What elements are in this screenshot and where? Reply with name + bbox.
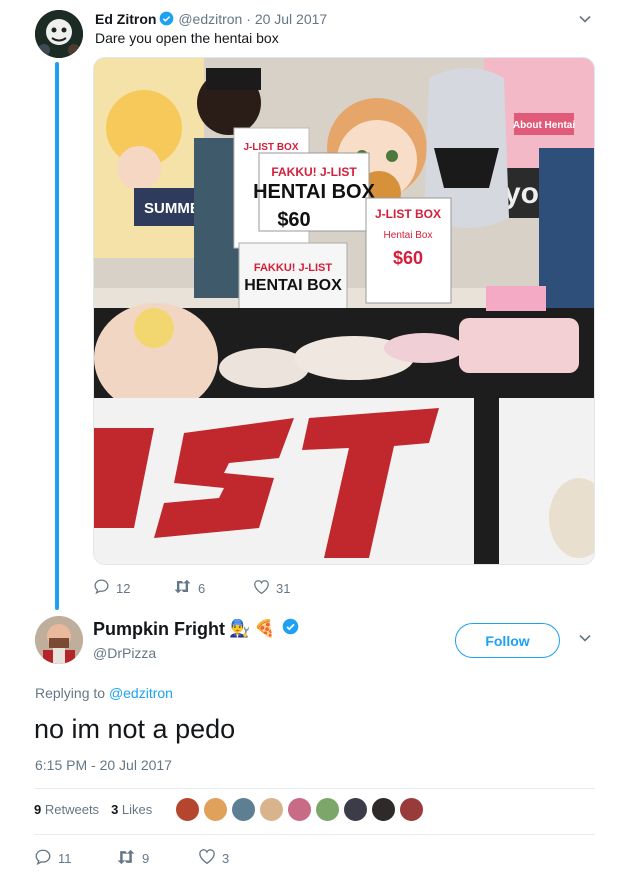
like-icon [253, 579, 270, 598]
liker-avatar[interactable] [399, 797, 424, 822]
like-button[interactable]: 3 [198, 848, 280, 868]
reply-avatar-image [35, 616, 83, 664]
retweet-count: 9 [142, 850, 150, 866]
tweet-photo[interactable]: About Hentai yo SUMME J-LIST BOX FAKKU! … [93, 57, 595, 565]
liker-avatars [175, 797, 424, 822]
reply-author-name[interactable]: Pumpkin Fright [93, 617, 225, 641]
avatar-image [35, 10, 83, 58]
liker-avatar[interactable] [343, 797, 368, 822]
retweets-stat-label: Retweets [44, 802, 100, 817]
bg-sign-pink: About Hentai [513, 120, 575, 131]
box-title: HENTAI BOX [244, 277, 342, 294]
sign-price: $60 [277, 209, 310, 231]
reply-icon [93, 578, 110, 598]
retweet-count: 6 [198, 580, 206, 596]
like-icon [198, 848, 216, 868]
replying-to: Replying to @edzitron [35, 685, 173, 701]
chevron-down-icon[interactable] [578, 631, 592, 649]
reply-icon [34, 848, 52, 869]
like-count: 31 [276, 580, 291, 596]
follow-button[interactable]: Follow [455, 623, 560, 658]
card-right-sub: Hentai Box [384, 230, 433, 241]
retweet-icon [173, 578, 192, 598]
mechanic-emoji-icon: 👨‍🔧 [229, 619, 251, 638]
replying-prefix: Replying to [35, 685, 106, 701]
reply-count: 11 [58, 850, 72, 866]
card-right-title: J-LIST BOX [375, 207, 441, 221]
liker-avatar[interactable] [175, 797, 200, 822]
like-count: 3 [222, 850, 230, 866]
reply-author-handle[interactable]: @DrPizza [93, 645, 156, 661]
box-brand: FAKKU! J-LIST [254, 262, 333, 274]
banner-text: J-LIST [244, 417, 247, 419]
reply-timestamp[interactable]: 6:15 PM - 20 Jul 2017 [35, 757, 172, 773]
like-button[interactable]: 31 [253, 578, 333, 598]
verified-icon [159, 11, 174, 30]
chevron-down-icon[interactable] [578, 12, 592, 30]
liker-avatar[interactable] [371, 797, 396, 822]
reply-text: no im not a pedo [34, 714, 236, 744]
sign-card-small: J-LIST BOX [243, 142, 298, 153]
liker-avatar[interactable] [259, 797, 284, 822]
retweet-button[interactable]: 6 [173, 578, 253, 598]
tweet-actions: 12 6 31 [93, 578, 333, 598]
reply-button[interactable]: 11 [34, 848, 116, 868]
reply-button[interactable]: 12 [93, 578, 173, 598]
retweet-button[interactable]: 9 [116, 848, 198, 868]
tweet-text: Dare you open the hentai box [95, 30, 279, 46]
liker-avatar[interactable] [287, 797, 312, 822]
divider [34, 788, 595, 789]
engagement-stats: 9 Retweets 3 Likes [34, 802, 152, 817]
booth-photo: About Hentai yo SUMME J-LIST BOX FAKKU! … [94, 58, 594, 564]
liker-avatar[interactable] [203, 797, 228, 822]
bg-sign-right: yo [504, 177, 539, 210]
reply-avatar[interactable] [35, 616, 83, 664]
liker-avatar[interactable] [315, 797, 340, 822]
sign-box-title: HENTAI BOX [253, 181, 376, 203]
card-right-price: $60 [393, 248, 423, 268]
retweet-icon [116, 848, 136, 869]
reply-author-row: Pumpkin Fright 👨‍🔧 🍕 [93, 617, 299, 641]
verified-icon [282, 617, 299, 641]
author-handle[interactable]: @edzitron [178, 11, 242, 27]
sign-box-brand: FAKKU! J-LIST [271, 165, 357, 179]
reply-count: 12 [116, 580, 131, 596]
likes-stat-label: Likes [121, 802, 153, 817]
separator: · [246, 11, 251, 27]
pizza-emoji-icon: 🍕 [254, 619, 276, 638]
bg-sign: SUMME [144, 200, 200, 217]
author-name[interactable]: Ed Zitron [95, 11, 156, 27]
thread-connector-line [55, 62, 59, 610]
avatar[interactable] [35, 10, 83, 58]
liker-avatar[interactable] [231, 797, 256, 822]
likes-stat-count: 3 [111, 802, 119, 817]
retweets-stat-count: 9 [34, 802, 42, 817]
retweets-stat[interactable]: 9 Retweets [34, 802, 99, 817]
divider [34, 834, 595, 835]
tweet-date[interactable]: 20 Jul 2017 [255, 11, 327, 27]
reply-actions: 11 9 3 [34, 848, 280, 868]
likes-stat[interactable]: 3 Likes [111, 802, 152, 817]
replying-to-link[interactable]: @edzitron [109, 685, 173, 701]
tweet-header: Ed Zitron @edzitron · 20 Jul 2017 [95, 10, 327, 30]
